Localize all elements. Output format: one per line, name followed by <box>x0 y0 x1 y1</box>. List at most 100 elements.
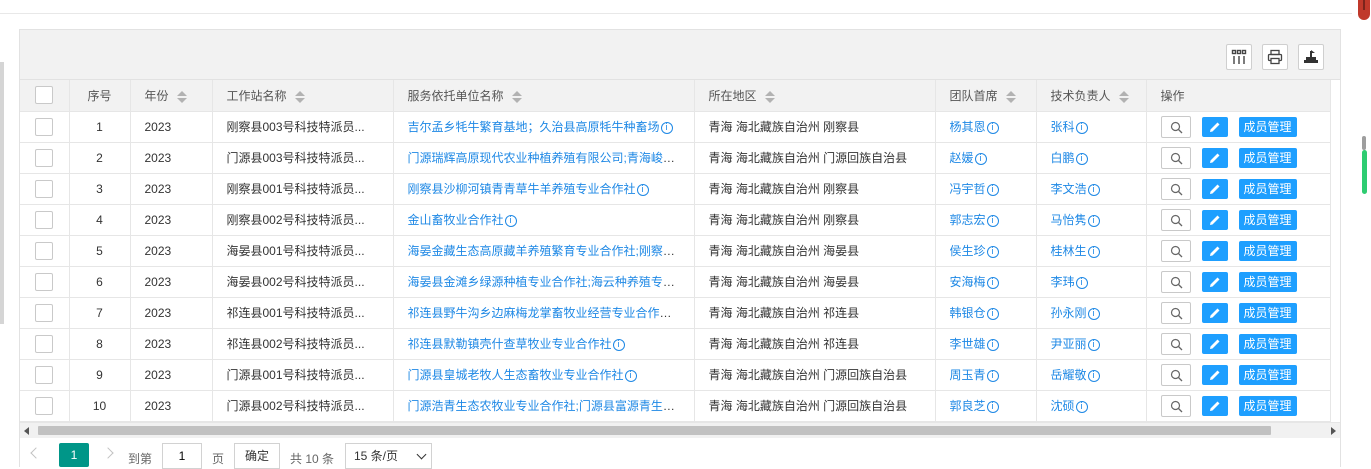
scroll-left-icon[interactable] <box>24 427 29 435</box>
info-icon[interactable]: i <box>660 122 673 134</box>
cell-chief[interactable]: 赵媛 i <box>935 142 1037 174</box>
edit-button[interactable] <box>1201 333 1228 354</box>
row-checkbox[interactable] <box>35 365 54 384</box>
view-button[interactable] <box>1160 270 1191 293</box>
row-select-cell[interactable] <box>20 266 70 298</box>
cell-tech-lead[interactable]: 桂林生 i <box>1036 235 1147 267</box>
cell-service-unit[interactable]: 祁连县默勒镇壳什查草牧业专业合作社 i <box>393 328 695 360</box>
chief-link[interactable]: 韩银仓 <box>950 306 986 320</box>
current-page[interactable]: 1 <box>59 443 89 467</box>
service-unit-link[interactable]: 吉尔孟乡牦牛繁育基地；久治县高原牦牛种畜场 <box>408 120 660 134</box>
member-manage-button[interactable]: 成员管理 <box>1238 395 1297 416</box>
row-checkbox[interactable] <box>35 396 54 415</box>
cell-tech-lead[interactable]: 沈硕 i <box>1036 390 1147 422</box>
service-unit-link[interactable]: 海晏县金滩乡绿源种植专业合作社;海云种养殖专业合作 <box>408 275 694 289</box>
edit-button[interactable] <box>1201 271 1228 292</box>
edit-button[interactable] <box>1201 116 1228 137</box>
member-manage-button[interactable]: 成员管理 <box>1238 116 1297 137</box>
row-checkbox[interactable] <box>35 148 54 167</box>
info-icon[interactable]: i <box>986 246 999 258</box>
cell-chief[interactable]: 冯宇哲 i <box>935 173 1037 205</box>
info-icon[interactable]: i <box>1075 122 1088 134</box>
member-manage-button[interactable]: 成员管理 <box>1238 240 1297 261</box>
info-icon[interactable]: i <box>1087 184 1100 196</box>
header-chief[interactable]: 团队首席 <box>935 80 1037 112</box>
header-tech-lead[interactable]: 技术负责人 <box>1036 80 1147 112</box>
view-button[interactable] <box>1160 239 1191 262</box>
view-button[interactable] <box>1160 146 1191 169</box>
edit-button[interactable] <box>1201 395 1228 416</box>
table-row[interactable]: 6 2023 海晏县002号科技特派员... 海晏县金滩乡绿源种植专业合作社;海云种养… <box>20 266 1331 298</box>
cell-service-unit[interactable]: 刚察县沙柳河镇青青草牛羊养殖专业合作社 i <box>393 173 695 205</box>
horizontal-scrollbar[interactable] <box>20 422 1340 438</box>
service-unit-link[interactable]: 门源瑞辉高原现代农业种植养殖有限公司;青海峻帮农业 <box>408 151 694 165</box>
cell-service-unit[interactable]: 吉尔孟乡牦牛繁育基地；久治县高原牦牛种畜场 i <box>393 111 695 143</box>
left-scrollbar-thumb[interactable] <box>0 62 4 324</box>
cell-tech-lead[interactable]: 李玮 i <box>1036 266 1147 298</box>
edit-button[interactable] <box>1201 364 1228 385</box>
info-icon[interactable]: i <box>986 370 999 382</box>
header-station[interactable]: 工作站名称 <box>212 80 394 112</box>
info-icon[interactable]: i <box>986 215 999 227</box>
edit-button[interactable] <box>1201 240 1228 261</box>
row-select-cell[interactable] <box>20 142 70 174</box>
info-icon[interactable]: i <box>1075 277 1088 289</box>
member-manage-button[interactable]: 成员管理 <box>1238 302 1297 323</box>
print-button[interactable] <box>1262 44 1288 70</box>
service-unit-link[interactable]: 海晏金藏生态高原藏羊养殖繁育专业合作社;刚察县沙流 <box>408 244 694 258</box>
scroll-right-icon[interactable] <box>1331 427 1336 435</box>
chief-link[interactable]: 郭良芝 <box>950 399 986 413</box>
view-button[interactable] <box>1160 115 1191 138</box>
horizontal-scroll-thumb[interactable] <box>38 426 1271 435</box>
cell-service-unit[interactable]: 祁连县野牛沟乡边麻梅龙掌畜牧业经营专业合作社；祁连i <box>393 297 695 329</box>
info-icon[interactable]: i <box>636 184 649 196</box>
service-unit-link[interactable]: 刚察县沙柳河镇青青草牛羊养殖专业合作社 <box>408 182 636 196</box>
table-row[interactable]: 1 2023 刚察县003号科技特派员... 吉尔孟乡牦牛繁育基地；久治县高原牦牛种畜… <box>20 111 1331 143</box>
service-unit-link[interactable]: 祁连县野牛沟乡边麻梅龙掌畜牧业经营专业合作社；祁连 <box>408 306 694 320</box>
table-row[interactable]: 2 2023 门源县003号科技特派员... 门源瑞辉高原现代农业种植养殖有限公司;青… <box>20 142 1331 174</box>
info-icon[interactable]: i <box>1087 370 1100 382</box>
chief-link[interactable]: 周玉青 <box>950 368 986 382</box>
tech-lead-link[interactable]: 李玮 <box>1051 275 1075 289</box>
cell-tech-lead[interactable]: 岳耀敬 i <box>1036 359 1147 391</box>
row-select-cell[interactable] <box>20 173 70 205</box>
info-icon[interactable]: i <box>1087 308 1100 320</box>
table-row[interactable]: 3 2023 刚察县001号科技特派员... 刚察县沙柳河镇青青草牛羊养殖专业合作社 i… <box>20 173 1331 205</box>
tech-lead-link[interactable]: 尹亚丽 <box>1051 337 1087 351</box>
info-icon[interactable]: i <box>612 339 625 351</box>
tech-lead-link[interactable]: 马怡隽 <box>1051 213 1087 227</box>
info-icon[interactable]: i <box>1075 153 1088 165</box>
goto-confirm-button[interactable]: 确定 <box>234 443 280 469</box>
sort-icon[interactable] <box>1005 90 1016 103</box>
table-row[interactable]: 7 2023 祁连县001号科技特派员... 祁连县野牛沟乡边麻梅龙掌畜牧业经营专业合… <box>20 297 1331 329</box>
cell-tech-lead[interactable]: 尹亚丽 i <box>1036 328 1147 360</box>
info-icon[interactable]: i <box>986 184 999 196</box>
header-service-unit[interactable]: 服务依托单位名称 <box>393 80 695 112</box>
row-checkbox[interactable] <box>35 303 54 322</box>
sort-icon[interactable] <box>294 90 305 103</box>
view-button[interactable] <box>1160 394 1191 417</box>
info-icon[interactable]: i <box>624 370 637 382</box>
page-scrollbar[interactable] <box>1357 0 1371 467</box>
info-icon[interactable]: i <box>986 308 999 320</box>
info-icon[interactable]: i <box>1075 401 1088 413</box>
cell-service-unit[interactable]: 金山畜牧业合作社 i <box>393 204 695 236</box>
view-button[interactable] <box>1160 301 1191 324</box>
row-select-cell[interactable] <box>20 390 70 422</box>
tech-lead-link[interactable]: 孙永刚 <box>1051 306 1087 320</box>
edit-button[interactable] <box>1201 178 1228 199</box>
edit-button[interactable] <box>1201 302 1228 323</box>
chief-link[interactable]: 冯宇哲 <box>950 182 986 196</box>
member-manage-button[interactable]: 成员管理 <box>1238 209 1297 230</box>
info-icon[interactable]: i <box>986 277 999 289</box>
cell-chief[interactable]: 侯生珍 i <box>935 235 1037 267</box>
cell-tech-lead[interactable]: 张科 i <box>1036 111 1147 143</box>
cell-chief[interactable]: 周玉青 i <box>935 359 1037 391</box>
cell-tech-lead[interactable]: 马怡隽 i <box>1036 204 1147 236</box>
member-manage-button[interactable]: 成员管理 <box>1238 364 1297 385</box>
tech-lead-link[interactable]: 岳耀敬 <box>1051 368 1087 382</box>
cell-tech-lead[interactable]: 白鹏 i <box>1036 142 1147 174</box>
cell-chief[interactable]: 郭志宏 i <box>935 204 1037 236</box>
row-select-cell[interactable] <box>20 204 70 236</box>
page-size-select[interactable]: 15 条/页 <box>345 443 432 469</box>
